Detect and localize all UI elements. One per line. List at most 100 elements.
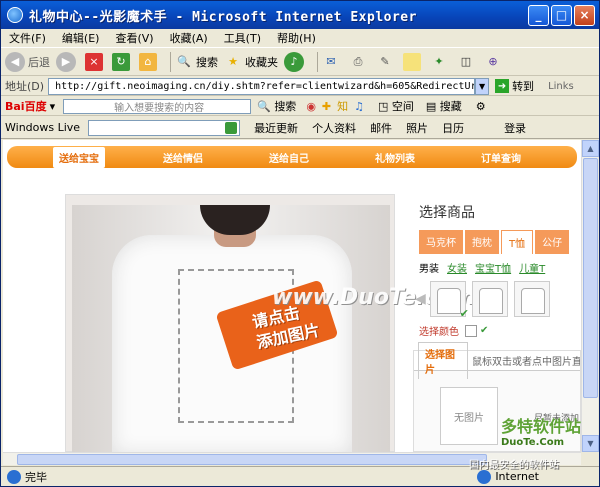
nav-baby[interactable]: 送给宝宝 [53,146,105,168]
menu-view[interactable]: 查看(V) [115,30,153,46]
toolbar-separator [170,51,171,72]
address-dropdown[interactable]: ▼ [475,77,490,95]
baidu-know-icon[interactable]: 知 [337,98,348,114]
scroll-down-button[interactable]: ▼ [582,435,599,452]
messenger-button[interactable]: ✦ [430,53,451,71]
stop-button[interactable]: × [85,52,106,71]
research-button[interactable]: ◫ [457,53,478,71]
chevron-down-icon[interactable]: ▾ [50,100,56,113]
scroll-thumb[interactable] [583,158,598,398]
live-search-icon[interactable] [225,121,238,134]
print-icon: ⎙ [353,54,363,68]
windows-live-logo[interactable]: Windows Live [5,121,80,134]
forward-button[interactable]: ▶ [56,51,79,72]
baidu-space-button[interactable]: ◳ 空间 [378,98,414,114]
horizontal-scroll-thumb[interactable] [17,454,487,465]
baidu-news-icon[interactable]: ✚ [322,100,331,113]
shirt-option[interactable]: ✔ [429,281,469,320]
note-icon [403,52,421,71]
baidu-search-label: 搜索 [274,100,297,113]
tab-mug[interactable]: 马克杯 [419,230,463,254]
baidu-toolbar: Bai百度 ▾ 输入想要搜索的内容 🔍 搜索 ◉ ✚ 知 ♫ ◳ 空间 ▤ 搜藏… [1,97,599,116]
go-button[interactable]: ➜ 转到 [495,78,534,94]
baidu-logo[interactable]: Bai百度 [5,98,47,114]
favorites-button[interactable]: ★ 收藏夹 [224,53,278,71]
minimize-button[interactable]: _ [528,4,549,26]
home-button[interactable]: ⌂ [139,52,160,71]
menu-tools[interactable]: 工具(T) [224,30,261,46]
browser-window: 礼物中心--光影魔术手 - Microsoft Internet Explore… [0,0,600,487]
note-button[interactable] [403,52,424,71]
menu-help[interactable]: 帮助(H) [277,30,316,46]
subtab-baby[interactable]: 宝宝T恤 [475,260,511,275]
live-link-photos[interactable]: 照片 [406,120,428,136]
shirt-option[interactable] [471,281,508,317]
duote-logo: 多特软件站 DuoTe.Com [501,413,581,448]
check-icon: ✔ [459,307,469,320]
scroll-up-button[interactable]: ▲ [582,140,599,157]
edit-icon: ✎ [380,55,390,68]
search-label: 搜索 [196,55,218,69]
prev-arrow-icon[interactable]: ◀ [415,291,426,307]
messenger-icon: ✦ [434,55,444,68]
product-title: 选择商品 [419,205,475,221]
edit-button[interactable]: ✎ [376,53,397,71]
media-button[interactable]: ♪ [284,51,307,72]
logo-slogan: 国内最安全的软件站 [469,460,559,471]
links-label[interactable]: Links [548,81,574,92]
nav-couples[interactable]: 送给情侣 [163,150,203,165]
tab-pillow[interactable]: 抱枕 [465,230,499,254]
product-tabs: 马克杯 抱枕 T恤 公仔 [419,230,581,254]
logo-name: 多特软件站 [501,417,582,436]
picture-tabs: 选择图片 鼠标双击或者点中图片直接 [414,342,580,379]
shirt-option[interactable] [513,281,550,317]
tab-tshirt[interactable]: T恤 [501,230,534,254]
address-input[interactable]: http://gift.neoimaging.cn/diy.shtm?refer… [48,77,476,95]
menu-edit[interactable]: 编辑(E) [62,30,100,46]
go-arrow-icon: ➜ [495,79,510,93]
subtab-men[interactable]: 男装 [419,260,439,275]
back-arrow-icon: ◀ [5,51,25,72]
windows-live-toolbar: Windows Live 最近更新 个人资料 邮件 照片 日历 登录 [1,117,599,139]
menu-file[interactable]: 文件(F) [9,30,46,46]
tshirt-preview[interactable]: 请点击 添加图片 www.DuoTe.com [72,205,476,452]
live-search-input[interactable] [88,119,241,136]
stop-icon: × [85,52,103,71]
vertical-scrollbar[interactable]: ▲ ▼ [581,140,599,452]
live-login[interactable]: 登录 [504,120,526,136]
live-link-recent[interactable]: 最近更新 [254,120,298,136]
nav-gifts[interactable]: 礼物列表 [375,150,415,165]
baidu-music-icon[interactable]: ♫ [354,100,364,113]
baidu-tool-icon[interactable]: ◉ [306,100,316,113]
print-button[interactable]: ⎙ [349,53,370,71]
tab-select-picture[interactable]: 选择图片 [418,342,468,379]
subtab-women[interactable]: 女装 [447,260,467,275]
msn-button[interactable]: ⊕ [484,53,505,71]
live-link-mail[interactable]: 邮件 [370,120,392,136]
baidu-search-button[interactable]: 🔍 搜索 [257,98,296,114]
mail-button[interactable]: ✉ [322,53,343,71]
page-content: 送给宝宝 送给情侣 送给自己 礼物列表 订单查询 请点击 添加图片 www.Du… [3,140,581,452]
maximize-button[interactable]: □ [551,4,572,26]
baidu-favorites-label: 搜藏 [439,100,462,113]
back-button[interactable]: ◀ 后退 [5,51,50,72]
home-icon: ⌂ [139,52,157,71]
window-title: 礼物中心--光影魔术手 - Microsoft Internet Explore… [29,9,417,25]
live-link-calendar[interactable]: 日历 [442,120,464,136]
no-image-placeholder[interactable]: 无图片 [440,387,498,445]
star-icon: ★ [228,55,238,68]
search-button[interactable]: 🔍 搜索 [175,53,218,71]
tab-doll[interactable]: 公仔 [535,230,570,254]
site-nav: 送给宝宝 送给情侣 送给自己 礼物列表 订单查询 [7,146,577,168]
nav-orders[interactable]: 订单查询 [481,150,521,165]
baidu-search-input[interactable]: 输入想要搜索的内容 [63,98,252,114]
subtab-kids[interactable]: 儿童T [519,260,545,275]
color-swatch[interactable] [465,324,477,337]
menu-favorites[interactable]: 收藏(A) [170,30,208,46]
baidu-favorites-button[interactable]: ▤ 搜藏 [426,98,462,114]
close-button[interactable]: × [574,4,595,26]
settings-icon[interactable]: ⚙ [476,100,486,113]
nav-self[interactable]: 送给自己 [269,150,309,165]
live-link-profile[interactable]: 个人资料 [312,120,356,136]
refresh-button[interactable]: ↻ [112,52,133,71]
